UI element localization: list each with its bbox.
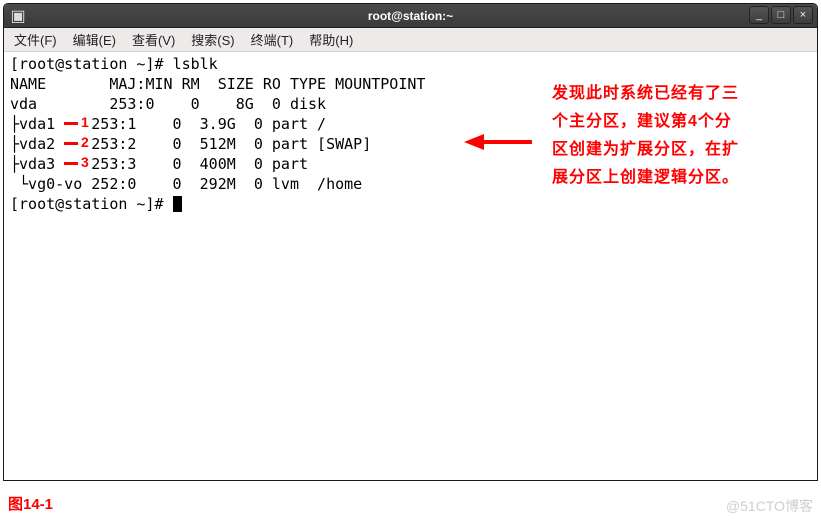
window-controls: _ □ × (749, 6, 813, 24)
arrow-icon (464, 132, 534, 152)
menu-terminal[interactable]: 终端(T) (247, 28, 298, 51)
annotation-number-3: 3 (81, 154, 89, 170)
lsblk-row: ├vda3 253:3 0 400M 0 part (10, 155, 308, 173)
terminal-icon: ▣ (10, 8, 26, 24)
lsblk-row: vda 253:0 0 8G 0 disk (10, 95, 326, 113)
title-bar: ▣ root@station:~ _ □ × (4, 4, 817, 28)
cursor (173, 196, 182, 212)
annotation-dash (64, 122, 78, 125)
annotation-number-1: 1 (81, 114, 89, 130)
lsblk-header: NAME MAJ:MIN RM SIZE RO TYPE MOUNTPOINT (10, 75, 425, 93)
annotation-number-2: 2 (81, 134, 89, 150)
lsblk-row: └vg0-vo 252:0 0 292M 0 lvm /home (10, 175, 362, 193)
close-button[interactable]: × (793, 6, 813, 24)
menu-bar: 文件(F) 编辑(E) 查看(V) 搜索(S) 终端(T) 帮助(H) (4, 28, 817, 52)
prompt: [root@station ~]# (10, 55, 173, 73)
prompt: [root@station ~]# (10, 195, 173, 213)
menu-help[interactable]: 帮助(H) (305, 28, 357, 51)
watermark: @51CTO博客 (726, 496, 813, 516)
annotation-dash (64, 142, 78, 145)
menu-file[interactable]: 文件(F) (10, 28, 61, 51)
command: lsblk (173, 55, 218, 73)
minimize-button[interactable]: _ (749, 6, 769, 24)
maximize-button[interactable]: □ (771, 6, 791, 24)
menu-search[interactable]: 搜索(S) (187, 28, 238, 51)
annotation-dash (64, 162, 78, 165)
terminal-area[interactable]: [root@station ~]# lsblk NAME MAJ:MIN RM … (4, 52, 817, 480)
window-title: root@station:~ (4, 9, 817, 23)
annotation-note: 发现此时系统已经有了三个主分区，建议第4个分区创建为扩展分区，在扩展分区上创建逻… (552, 80, 742, 192)
terminal-window: ▣ root@station:~ _ □ × 文件(F) 编辑(E) 查看(V)… (3, 3, 818, 481)
menu-view[interactable]: 查看(V) (128, 28, 179, 51)
figure-label: 图14-1 (8, 493, 53, 514)
menu-edit[interactable]: 编辑(E) (69, 28, 120, 51)
lsblk-row: ├vda1 253:1 0 3.9G 0 part / (10, 115, 326, 133)
